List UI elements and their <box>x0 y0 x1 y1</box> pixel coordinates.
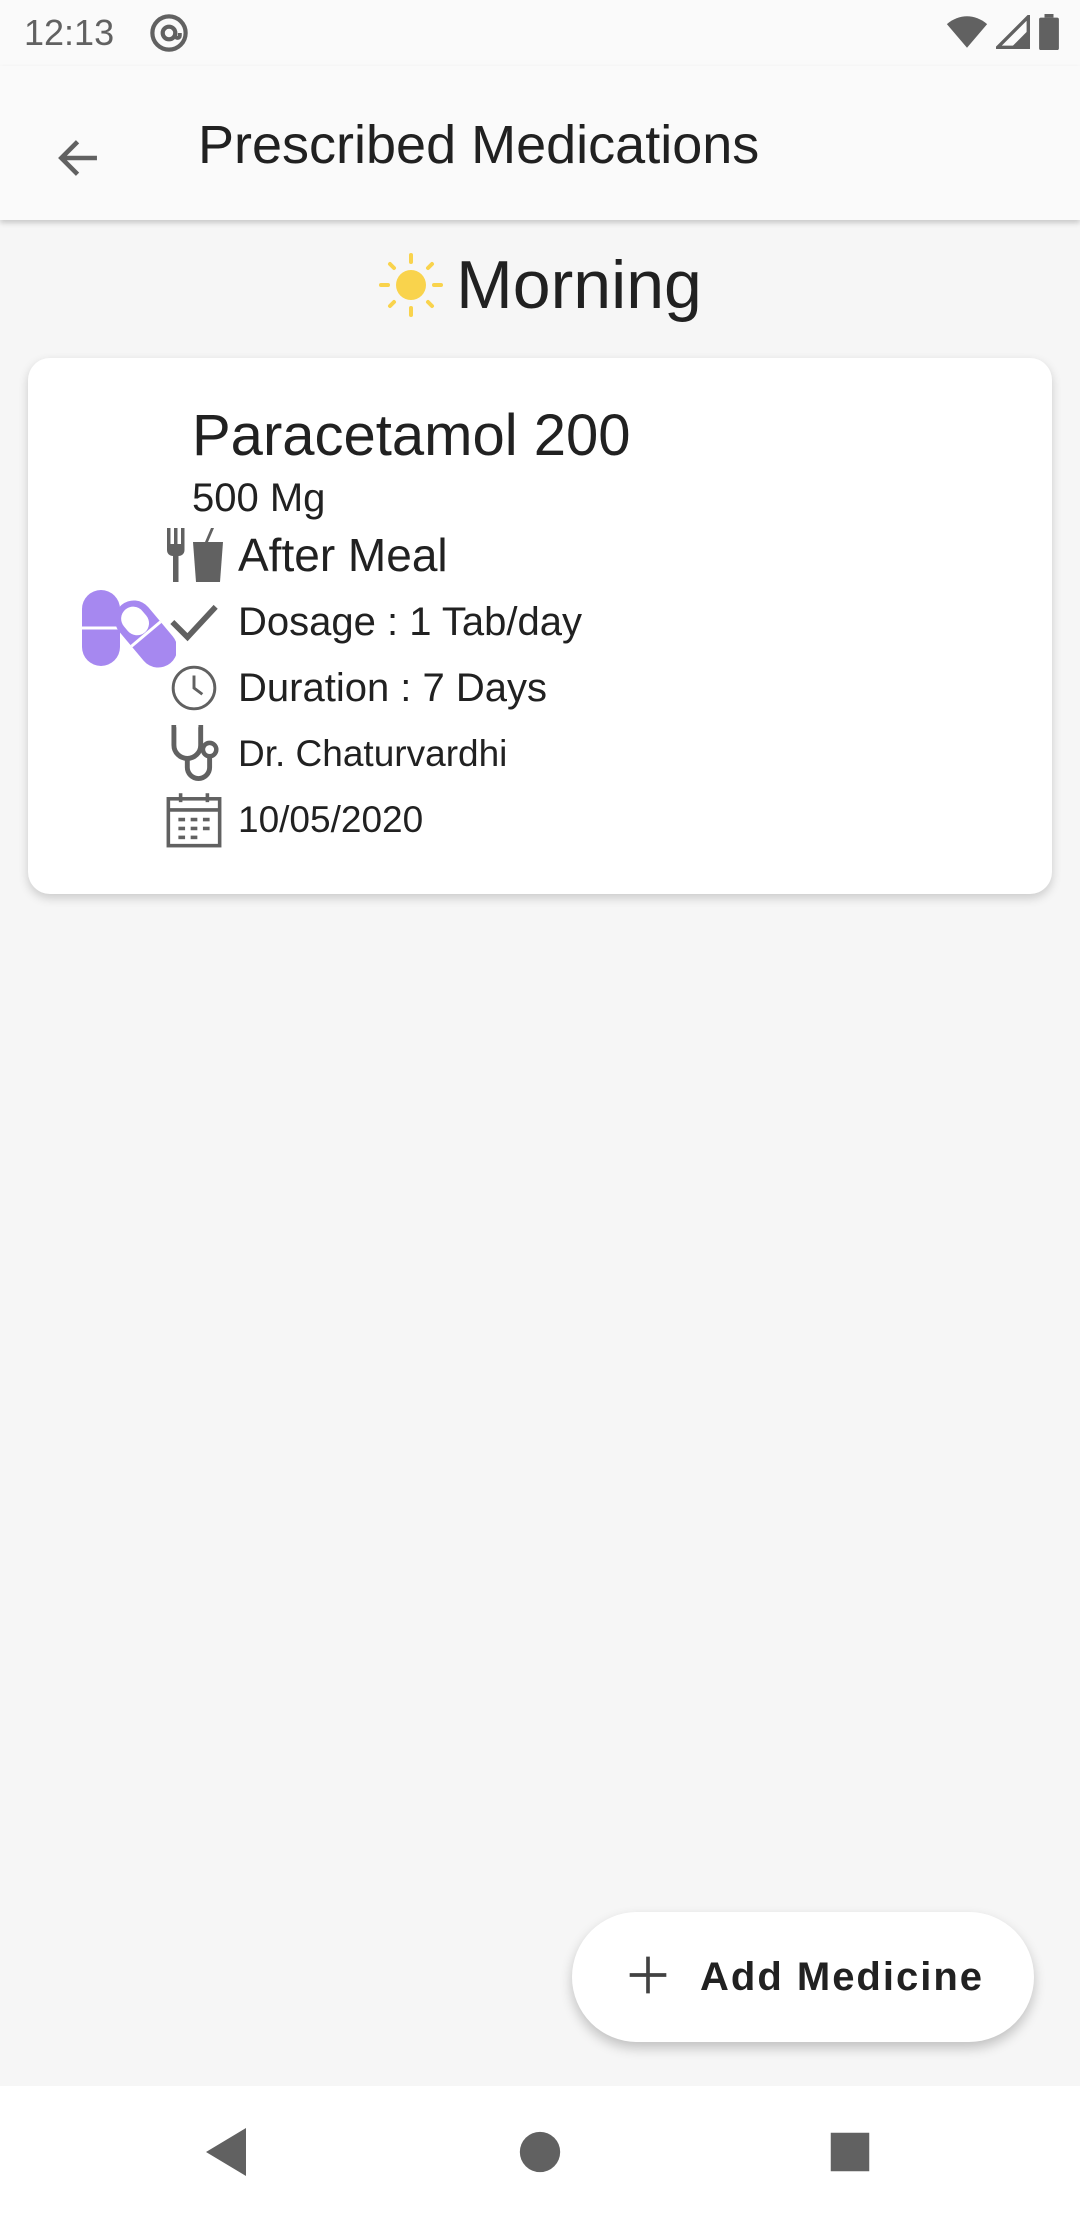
nav-home-button[interactable] <box>500 2114 580 2194</box>
section-header: Morning <box>0 246 1080 324</box>
status-bar: 12:13 <box>0 0 1080 66</box>
page-title: Prescribed Medications <box>198 115 760 175</box>
doctor-text: Dr. Chaturvardhi <box>238 733 508 774</box>
fork-cup-icon <box>164 525 224 585</box>
medication-name: Paracetamol 200 <box>192 403 631 468</box>
doctor-row: Dr. Chaturvardhi <box>164 724 507 784</box>
dosage-text: Dosage : 1 Tab/day <box>238 599 582 644</box>
wifi-icon <box>946 14 988 55</box>
meal-text: After Meal <box>238 529 448 581</box>
nav-recents-button[interactable] <box>810 2114 890 2194</box>
nav-recents-icon <box>829 2131 871 2178</box>
date-row: 10/05/2020 <box>164 790 423 850</box>
sun-icon <box>378 252 444 318</box>
clock-icon <box>164 658 224 718</box>
arrow-back-icon <box>53 133 103 188</box>
back-button[interactable] <box>30 112 126 208</box>
pill-capsule-icon <box>80 588 178 668</box>
check-icon <box>164 592 224 652</box>
app-bar: Prescribed Medications <box>0 66 1080 220</box>
status-time: 12:13 <box>24 12 115 53</box>
add-medicine-button[interactable]: Add Medicine <box>572 1912 1034 2042</box>
nav-back-button[interactable] <box>186 2114 266 2194</box>
meal-row: After Meal <box>164 525 448 585</box>
duration-row: Duration : 7 Days <box>164 658 547 718</box>
add-medicine-label: Add Medicine <box>700 1954 985 1999</box>
nav-home-icon <box>518 2130 562 2179</box>
nav-back-icon <box>202 2126 250 2183</box>
calendar-icon <box>164 790 224 850</box>
battery-icon <box>1038 14 1060 55</box>
dosage-row: Dosage : 1 Tab/day <box>164 592 582 652</box>
at-sign-icon <box>148 12 190 54</box>
status-icons <box>946 12 1060 55</box>
signal-icon <box>993 12 1030 54</box>
section-title: Morning <box>456 247 702 323</box>
plus-icon <box>626 1953 670 2002</box>
medication-strength: 500 Mg <box>192 476 326 520</box>
system-nav-bar <box>0 2086 1080 2220</box>
duration-text: Duration : 7 Days <box>238 665 548 710</box>
date-text: 10/05/2020 <box>238 799 424 840</box>
stethoscope-icon <box>164 724 224 784</box>
